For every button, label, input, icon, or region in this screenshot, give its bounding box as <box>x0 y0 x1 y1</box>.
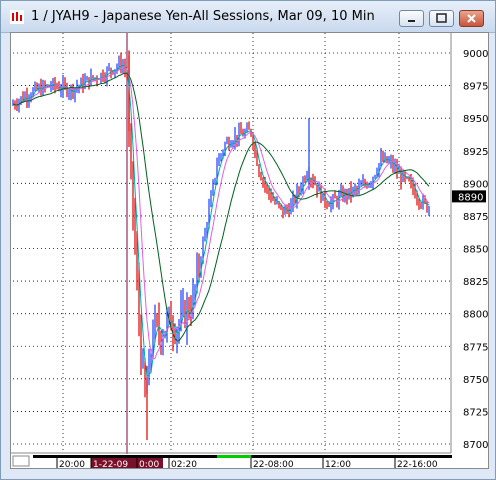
moving-average-fast <box>12 64 430 378</box>
y-tick-label: 8850 <box>463 245 488 256</box>
title-bar[interactable]: 1 / JYAH9 - Japanese Yen-All Sessions, M… <box>1 1 495 33</box>
maximize-button[interactable] <box>429 10 454 27</box>
y-tick-label: 8700 <box>463 440 488 451</box>
minimize-button[interactable] <box>399 10 424 27</box>
x-tick-label: 0:00 <box>139 460 159 468</box>
x-tick-label: 22-16:00 <box>397 460 438 468</box>
y-tick-label: 8925 <box>463 147 488 158</box>
y-tick-label: 8800 <box>463 310 488 321</box>
minimize-icon <box>408 20 415 22</box>
y-tick-label: 8825 <box>463 277 488 288</box>
scroll-thumb[interactable] <box>12 455 30 467</box>
x-tick-label: 12:00 <box>325 460 351 468</box>
x-tick-label: 20:00 <box>59 460 85 468</box>
current-price-label: 8890 <box>458 192 483 203</box>
close-icon <box>467 14 476 23</box>
y-tick-label: 8950 <box>463 114 488 125</box>
time-scroll-highlight <box>217 455 251 458</box>
chart-area[interactable]: 9000 8975 8950 8925 8900 8875 8850 8825 8800 8775… <box>10 32 489 470</box>
x-tick-label: 02:20 <box>171 460 197 468</box>
y-tick-label: 8725 <box>463 407 488 418</box>
maximize-icon <box>436 13 447 23</box>
moving-average-mid <box>12 67 430 360</box>
y-tick-label: 8875 <box>463 212 488 223</box>
y-tick-label: 9000 <box>463 49 488 60</box>
y-tick-label: 8775 <box>463 342 488 353</box>
x-tick-label: 1-22-09 <box>93 460 128 468</box>
y-tick-label: 8900 <box>463 179 488 190</box>
y-tick-label: 8750 <box>463 375 488 386</box>
chart-app-icon <box>10 10 24 24</box>
chart-window: 1 / JYAH9 - Japanese Yen-All Sessions, M… <box>0 0 496 480</box>
moving-average-slow <box>12 72 430 342</box>
y-tick-label: 8975 <box>463 82 488 93</box>
window-title: 1 / JYAH9 - Japanese Yen-All Sessions, M… <box>31 9 375 24</box>
x-tick-label: 22-08:00 <box>253 460 294 468</box>
price-chart[interactable]: 9000 8975 8950 8925 8900 8875 8850 8825 8800 8775… <box>11 33 488 470</box>
close-button[interactable] <box>459 10 484 27</box>
